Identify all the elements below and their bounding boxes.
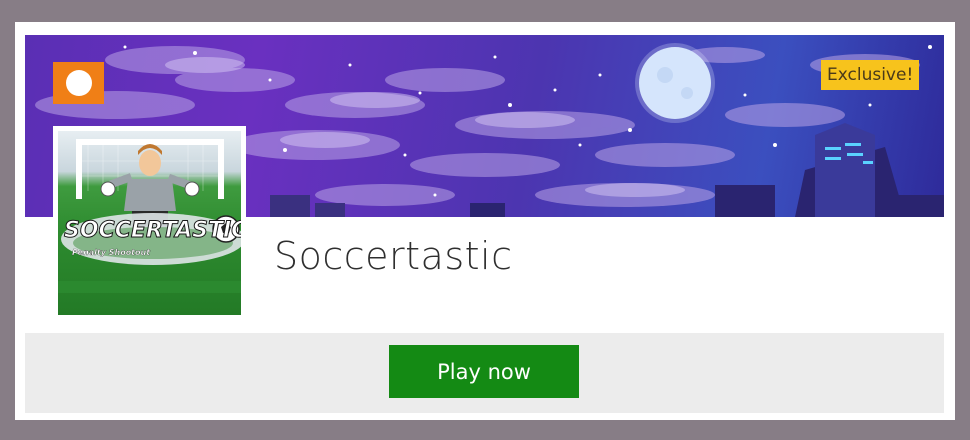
back-button[interactable] bbox=[53, 62, 104, 104]
chevron-left-icon bbox=[55, 62, 92, 96]
game-title: Soccertastic bbox=[274, 234, 513, 278]
action-bar: Play now bbox=[25, 333, 944, 413]
thumbnail-logo-text: SOCCERTASTIC bbox=[64, 218, 241, 243]
thumbnail-subtitle: Penalty Shootout bbox=[72, 248, 151, 257]
play-now-button[interactable]: Play now bbox=[389, 345, 579, 398]
game-card: Exclusive! SOCCERTASTIC Penalty Shootout… bbox=[15, 22, 955, 420]
thumbnail-artwork: SOCCERTASTIC Penalty Shootout bbox=[58, 131, 241, 315]
game-thumbnail[interactable]: SOCCERTASTIC Penalty Shootout bbox=[53, 126, 246, 318]
exclusive-badge: Exclusive! bbox=[821, 60, 920, 90]
